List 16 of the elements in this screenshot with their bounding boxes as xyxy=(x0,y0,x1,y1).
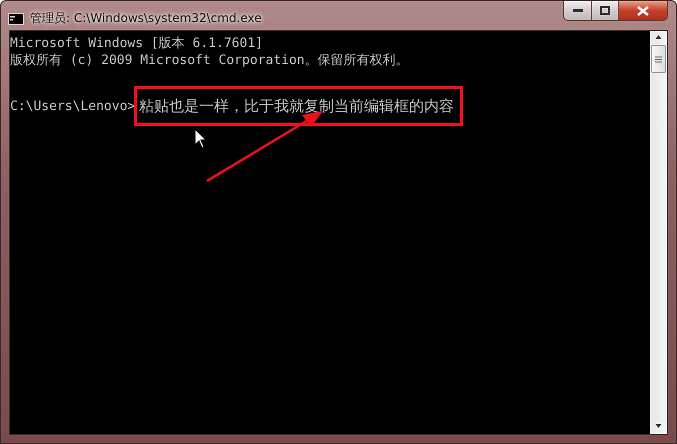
minimize-button[interactable] xyxy=(564,1,591,20)
maximize-icon xyxy=(600,6,610,15)
window-title: 管理员: C:\Windows\system32\cmd.exe xyxy=(30,10,262,27)
close-button[interactable] xyxy=(618,1,667,20)
close-icon xyxy=(637,6,649,16)
pasted-text: 粘贴也是一样，比于我就复制当前编辑框的内容 xyxy=(134,86,464,126)
console-app-icon xyxy=(8,12,24,24)
console-line: Microsoft Windows [版本 6.1.7601] xyxy=(10,35,264,52)
scroll-thumb[interactable] xyxy=(651,45,666,73)
maximize-button[interactable] xyxy=(591,1,618,20)
scrollbar[interactable] xyxy=(650,31,667,434)
minimize-icon xyxy=(572,8,582,12)
grip-icon xyxy=(655,56,662,62)
mouse-pointer-icon xyxy=(194,128,208,149)
console-line: 版权所有 (c) 2009 Microsoft Corporation。保留所有权利。 xyxy=(10,52,410,69)
prompt-path: C:\Users\Lenovo> xyxy=(10,98,136,114)
